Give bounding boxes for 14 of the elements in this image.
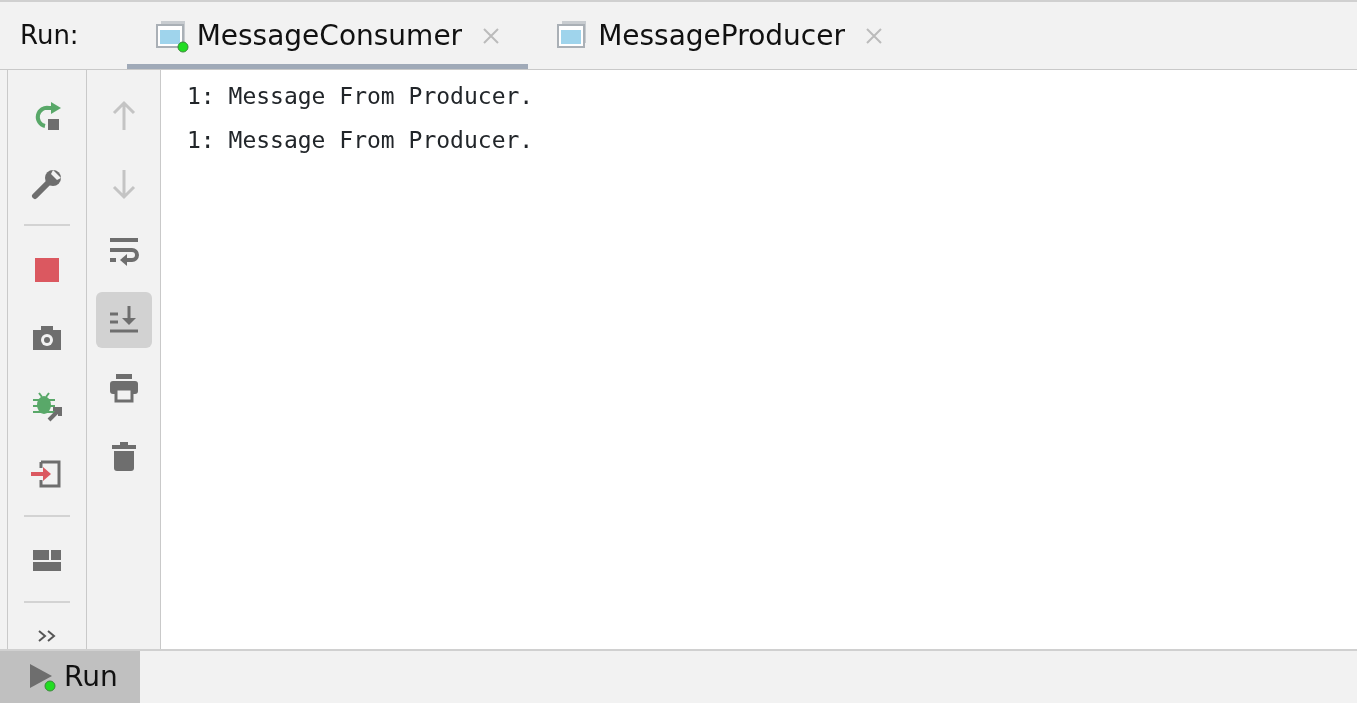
toolbar-button[interactable] [95,292,152,348]
configuration-tab[interactable]: MessageProducer [528,2,911,69]
tool-window-tab[interactable]: Run [0,651,140,703]
run-icon [28,662,58,692]
printer-icon[interactable] [107,372,140,404]
wrench-icon[interactable] [31,167,63,200]
console-line: 1: Message From Producer. [187,82,535,111]
console-line: 1: Message From Producer. [187,126,535,155]
scroll-to-end-icon[interactable] [107,304,140,336]
run-label: Run: [20,19,79,52]
bug-arrow-icon[interactable] [31,390,63,423]
window-icon [154,18,189,53]
soft-wrap-icon[interactable] [107,236,140,268]
sign-in-icon[interactable] [31,458,63,491]
